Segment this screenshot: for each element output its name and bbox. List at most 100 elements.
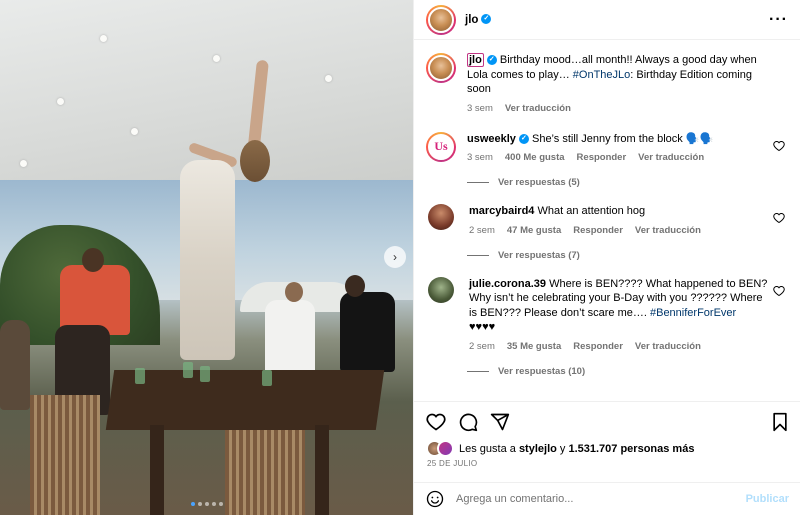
comment-hashtag[interactable]: #BenniferForEver — [650, 307, 736, 319]
comment-row: Us usweekly ✓ She’s still Jenny from the … — [426, 131, 789, 163]
publish-button[interactable]: Publicar — [746, 493, 789, 505]
likes-summary: Les gusta a stylejlo y 1.531.707 persona… — [426, 440, 694, 457]
comment-time[interactable]: 2 sem — [469, 225, 495, 236]
add-comment-bar: Publicar — [414, 482, 800, 515]
bookmark-icon[interactable] — [771, 412, 789, 432]
carousel-dot — [211, 502, 216, 506]
action-bar — [414, 401, 800, 441]
guest-black-shirt — [340, 292, 395, 372]
comment-avatar-marcybaird4[interactable] — [428, 204, 454, 230]
comment-icon[interactable] — [458, 412, 478, 432]
comment-username[interactable]: julie.corona.39 — [469, 278, 546, 290]
view-replies-label[interactable]: Ver respuestas (7) — [498, 250, 580, 261]
comment-meta: 2 sem 35 Me gusta Responder Ver traducci… — [469, 341, 769, 352]
caption-translate-button[interactable]: Ver traducción — [505, 103, 571, 114]
caption-username[interactable]: jlo — [467, 53, 484, 67]
comment-body: What an attention hog — [537, 205, 646, 217]
caption-row: jlo ✓ Birthday mood…all month!! Always a … — [426, 53, 789, 114]
view-replies-button[interactable]: Ver respuestas (5) — [467, 177, 789, 188]
likes-middle: y — [556, 442, 569, 455]
comment-time[interactable]: 3 sem — [467, 152, 493, 163]
comment-meta: 3 sem 400 Me gusta Responder Ver traducc… — [467, 152, 767, 163]
view-replies-label[interactable]: Ver respuestas (5) — [498, 177, 580, 188]
comment-translate-button[interactable]: Ver traducción — [635, 225, 701, 236]
caption-text: jlo ✓ Birthday mood…all month!! Always a … — [467, 53, 767, 97]
comment-avatar-julie[interactable] — [428, 276, 454, 303]
comment-input[interactable] — [456, 493, 726, 505]
guest-white-shirt — [265, 300, 315, 380]
guest-head — [285, 282, 303, 302]
comment-translate-button[interactable]: Ver traducción — [635, 341, 701, 352]
heart-icon[interactable] — [773, 212, 785, 224]
caption-hashtag[interactable]: #OnTheJLo — [573, 69, 630, 81]
ceiling-light — [100, 35, 107, 42]
post-panel: jlo ✓ ··· jlo ✓ Birthday mood…all month!! … — [413, 0, 800, 515]
ceiling-light — [57, 98, 64, 105]
ceiling-light — [325, 75, 332, 82]
chevron-right-icon: › — [393, 250, 397, 264]
view-replies-button[interactable]: Ver respuestas (10) — [467, 366, 789, 377]
comment-username[interactable]: usweekly — [467, 133, 516, 145]
author-username[interactable]: jlo ✓ — [465, 14, 492, 26]
comment-text: usweekly ✓ She’s still Jenny from the blo… — [467, 132, 767, 147]
replies-line — [467, 254, 489, 256]
comment-reply-button[interactable]: Responder — [573, 225, 623, 236]
heart-icon[interactable] — [426, 412, 446, 432]
share-icon[interactable] — [490, 412, 510, 432]
dancer-head — [240, 140, 270, 182]
replies-line — [467, 182, 489, 183]
verified-icon: ✓ — [481, 14, 492, 25]
heart-icon[interactable] — [773, 285, 785, 297]
comment-reply-button[interactable]: Responder — [573, 341, 623, 352]
glass — [135, 368, 145, 384]
likes-text: Les gusta a stylejlo y 1.531.707 persona… — [459, 443, 694, 455]
carousel-next-button[interactable]: › — [384, 246, 406, 268]
comment-text: marcybaird4 What an attention hog — [469, 204, 769, 219]
liker-avatar[interactable] — [437, 440, 454, 457]
comments-list[interactable]: jlo ✓ Birthday mood…all month!! Always a … — [414, 41, 800, 401]
comment-time[interactable]: 2 sem — [469, 341, 495, 352]
carousel-dot — [190, 502, 195, 506]
comment-likes[interactable]: 47 Me gusta — [507, 225, 561, 236]
comment-body: She’s still Jenny from the block 🗣️🗣️ — [531, 132, 714, 145]
likes-count-link[interactable]: 1.531.707 personas más — [568, 443, 694, 455]
comment-avatar-usweekly[interactable]: Us — [426, 131, 456, 162]
carousel-dot — [218, 502, 223, 506]
comment-translate-button[interactable]: Ver traducción — [638, 152, 704, 163]
comment-reply-button[interactable]: Responder — [577, 152, 627, 163]
comment-text: julie.corona.39 Where is BEN???? What ha… — [469, 277, 769, 335]
carousel-dot — [197, 502, 202, 506]
likes-user-link[interactable]: stylejlo — [519, 443, 557, 455]
glass — [183, 362, 193, 378]
guest-head — [345, 275, 365, 297]
verified-icon: ✓ — [518, 133, 529, 144]
author-username-text[interactable]: jlo — [465, 14, 478, 26]
emoji-icon[interactable] — [426, 490, 444, 508]
glass — [200, 366, 210, 382]
caption-meta: 3 sem Ver traducción — [467, 103, 767, 114]
replies-line — [467, 370, 489, 372]
comment-hearts: ♥♥♥♥ — [469, 321, 496, 333]
comment-row: julie.corona.39 Where is BEN???? What ha… — [426, 276, 789, 352]
guest-seated — [0, 320, 30, 410]
dancer-dress — [180, 160, 235, 360]
photo-chair — [30, 395, 100, 515]
glass — [262, 370, 272, 386]
ceiling-light — [20, 160, 27, 167]
caption-avatar[interactable] — [426, 53, 456, 83]
caption-time[interactable]: 3 sem — [467, 103, 493, 114]
likes-prefix: Les gusta a — [459, 442, 519, 455]
comment-likes[interactable]: 35 Me gusta — [507, 341, 561, 352]
author-avatar[interactable] — [426, 4, 456, 35]
comment-likes[interactable]: 400 Me gusta — [505, 152, 565, 163]
view-replies-label[interactable]: Ver respuestas (10) — [498, 366, 585, 377]
post-header: jlo ✓ ··· — [414, 0, 800, 40]
post-photo[interactable]: › — [0, 0, 413, 515]
comment-username[interactable]: marcybaird4 — [469, 205, 534, 217]
carousel-dots — [0, 502, 413, 506]
view-replies-button[interactable]: Ver respuestas (7) — [467, 250, 789, 261]
post-date[interactable]: 25 DE JULIO — [427, 459, 477, 468]
more-icon[interactable]: ··· — [769, 11, 788, 27]
guest-head — [82, 248, 104, 272]
heart-icon[interactable] — [773, 140, 785, 152]
